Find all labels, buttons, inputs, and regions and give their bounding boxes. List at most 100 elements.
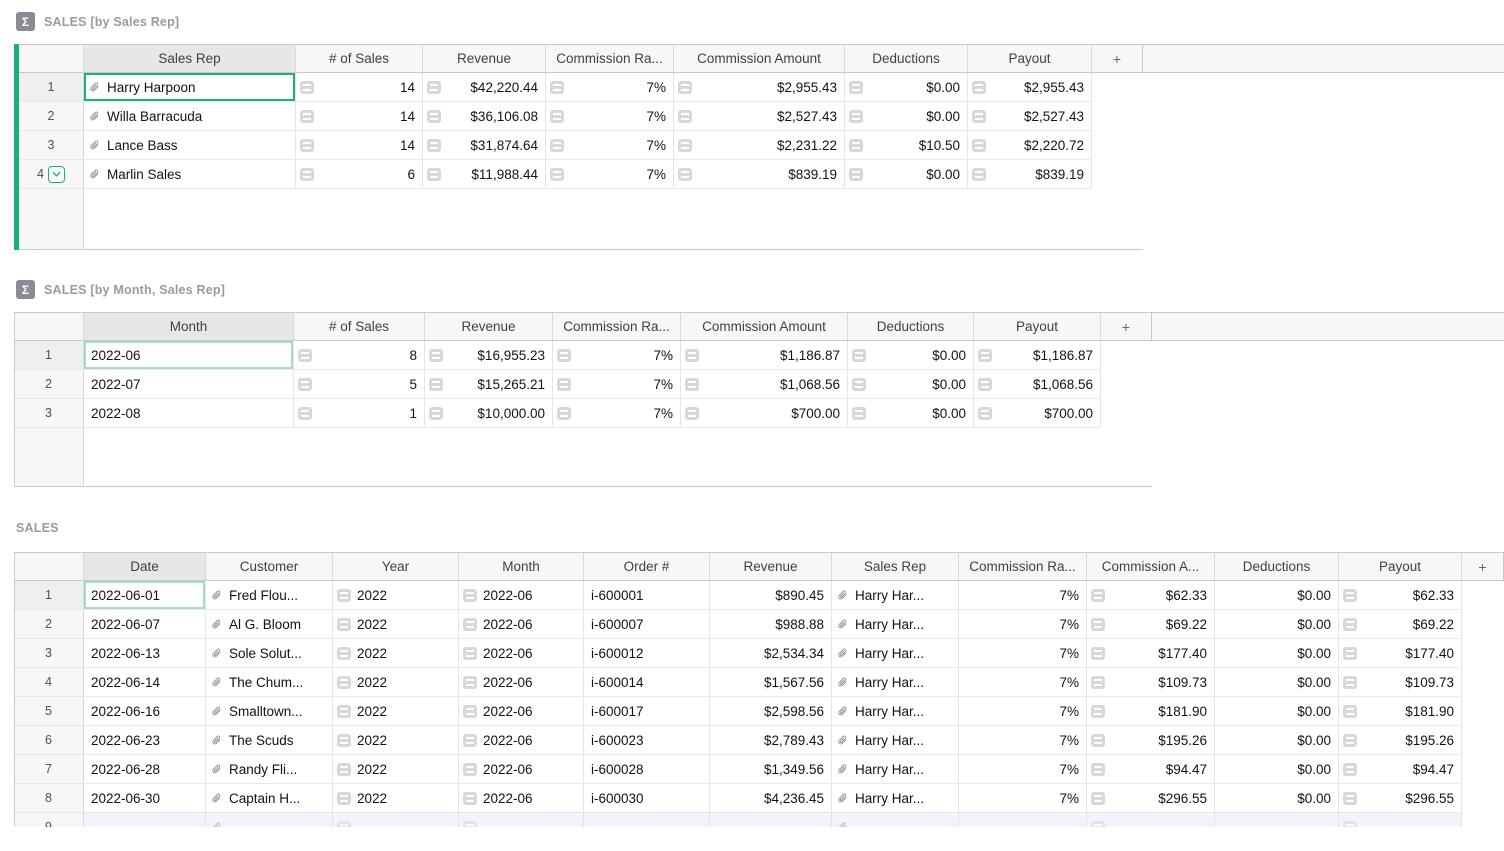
cell-year[interactable]: 2022 [333, 726, 459, 754]
row-number[interactable]: 6 [14, 726, 84, 754]
cell-year[interactable]: 2022 [333, 581, 459, 609]
cell-commission-ra[interactable]: 7% [546, 73, 674, 101]
cell-commission-a[interactable]: $69.22 [1087, 610, 1215, 638]
cell-date[interactable]: 2022-06-14 [84, 668, 206, 696]
cell-payout[interactable]: $109.73 [1339, 668, 1462, 696]
column-header-commission-amount[interactable]: Commission Amount [674, 44, 845, 73]
column-header-year[interactable]: Year [333, 552, 459, 581]
cell-commission-ra[interactable]: 7% [959, 610, 1087, 638]
cell-month[interactable]: 2022-06 [459, 610, 584, 638]
row-number[interactable]: 2 [14, 370, 84, 398]
cell-year[interactable]: 2022 [333, 639, 459, 667]
cell-sales-rep[interactable]: Harry Har... [832, 726, 959, 754]
cell-payout[interactable]: $2,955.43 [968, 73, 1092, 101]
cell-payout[interactable]: $1,068.56 [974, 370, 1101, 398]
cell-revenue[interactable]: $2,789.43 [710, 726, 832, 754]
cell-date[interactable]: 2022-06-01 [84, 581, 206, 609]
row-number[interactable]: 3 [14, 399, 84, 427]
cell-deductions[interactable]: $0.00 [848, 399, 974, 427]
cell-of-sales[interactable]: 1 [294, 399, 425, 427]
add-column-button[interactable]: + [1462, 552, 1504, 581]
cell-customer[interactable]: Captain H... [206, 784, 333, 812]
cell-commission-amount[interactable]: $700.00 [681, 399, 848, 427]
cell-sales-rep[interactable]: Harry Har... [832, 755, 959, 783]
cell-commission-a[interactable] [1087, 813, 1215, 827]
cell-customer[interactable]: Fred Flou... [206, 581, 333, 609]
column-header-commission-ra[interactable]: Commission Ra... [959, 552, 1087, 581]
cell-order[interactable] [584, 813, 710, 827]
cell-customer[interactable]: The Scuds [206, 726, 333, 754]
cell-payout[interactable]: $839.19 [968, 160, 1092, 188]
cell-commission-amount[interactable]: $2,231.22 [674, 131, 845, 159]
cell-revenue[interactable]: $16,955.23 [425, 341, 553, 369]
cell-commission-ra[interactable]: 7% [553, 370, 681, 398]
cell-of-sales[interactable]: 14 [296, 73, 423, 101]
row-number[interactable]: 3 [19, 131, 84, 159]
row-number[interactable]: 9 [14, 813, 84, 827]
cell-order[interactable]: i-600001 [584, 581, 710, 609]
column-header-commission-ra[interactable]: Commission Ra... [553, 312, 681, 341]
cell-deductions[interactable]: $0.00 [1215, 755, 1339, 783]
cell-deductions[interactable]: $0.00 [1215, 581, 1339, 609]
cell-revenue[interactable]: $10,000.00 [425, 399, 553, 427]
cell-month[interactable]: 2022-06 [459, 668, 584, 696]
column-header-month[interactable]: Month [459, 552, 584, 581]
cell-sales-rep[interactable]: Marlin Sales [84, 160, 296, 188]
cell-payout[interactable]: $296.55 [1339, 784, 1462, 812]
row-number[interactable]: 4 [19, 160, 84, 188]
column-header-of-sales[interactable]: # of Sales [294, 312, 425, 341]
add-column-button[interactable]: + [1101, 312, 1152, 341]
row-number[interactable]: 3 [14, 639, 84, 667]
cell-month[interactable] [459, 813, 584, 827]
cell-commission-amount[interactable]: $1,068.56 [681, 370, 848, 398]
cell-revenue[interactable]: $2,534.34 [710, 639, 832, 667]
cell-deductions[interactable]: $0.00 [845, 73, 968, 101]
cell-payout[interactable]: $69.22 [1339, 610, 1462, 638]
cell-of-sales[interactable]: 5 [294, 370, 425, 398]
cell-commission-ra[interactable]: 7% [959, 639, 1087, 667]
row-number[interactable]: 1 [14, 341, 84, 369]
cell-payout[interactable]: $2,527.43 [968, 102, 1092, 130]
cell-revenue[interactable]: $15,265.21 [425, 370, 553, 398]
cell-year[interactable]: 2022 [333, 784, 459, 812]
cell-deductions[interactable]: $0.00 [1215, 668, 1339, 696]
cell-commission-ra[interactable]: 7% [959, 697, 1087, 725]
cell-date[interactable]: 2022-06-13 [84, 639, 206, 667]
cell-commission-a[interactable]: $62.33 [1087, 581, 1215, 609]
cell-revenue[interactable]: $36,106.08 [423, 102, 546, 130]
row-number[interactable]: 4 [14, 668, 84, 696]
cell-revenue[interactable] [710, 813, 832, 827]
cell-date[interactable]: 2022-06-07 [84, 610, 206, 638]
cell-customer[interactable]: Al G. Bloom [206, 610, 333, 638]
cell-deductions[interactable]: $0.00 [845, 102, 968, 130]
cell-payout[interactable]: $94.47 [1339, 755, 1462, 783]
cell-deductions[interactable]: $0.00 [848, 341, 974, 369]
cell-month[interactable]: 2022-06 [459, 581, 584, 609]
cell-year[interactable] [333, 813, 459, 827]
cell-commission-amount[interactable]: $2,955.43 [674, 73, 845, 101]
cell-deductions[interactable]: $0.00 [848, 370, 974, 398]
cell-commission-amount[interactable]: $2,527.43 [674, 102, 845, 130]
column-header-payout[interactable]: Payout [1339, 552, 1462, 581]
column-header-revenue[interactable]: Revenue [423, 44, 546, 73]
cell-sales-rep[interactable]: Willa Barracuda [84, 102, 296, 130]
cell-revenue[interactable]: $2,598.56 [710, 697, 832, 725]
cell-of-sales[interactable]: 14 [296, 131, 423, 159]
column-header-date[interactable]: Date [84, 552, 206, 581]
cell-sales-rep[interactable]: Harry Har... [832, 639, 959, 667]
cell-commission-ra[interactable]: 7% [959, 755, 1087, 783]
cell-month[interactable]: 2022-06 [459, 697, 584, 725]
cell-revenue[interactable]: $42,220.44 [423, 73, 546, 101]
cell-commission-a[interactable]: $195.26 [1087, 726, 1215, 754]
cell-customer[interactable]: Smalltown... [206, 697, 333, 725]
cell-deductions[interactable]: $10.50 [845, 131, 968, 159]
cell-sales-rep[interactable]: Harry Har... [832, 668, 959, 696]
cell-month[interactable]: 2022-08 [84, 399, 294, 427]
cell-deductions[interactable]: $0.00 [1215, 784, 1339, 812]
cell-order[interactable]: i-600012 [584, 639, 710, 667]
row-number[interactable]: 1 [19, 73, 84, 101]
cell-customer[interactable]: Sole Solut... [206, 639, 333, 667]
cell-commission-a[interactable]: $109.73 [1087, 668, 1215, 696]
row-number-header[interactable] [14, 312, 84, 341]
cell-year[interactable]: 2022 [333, 610, 459, 638]
